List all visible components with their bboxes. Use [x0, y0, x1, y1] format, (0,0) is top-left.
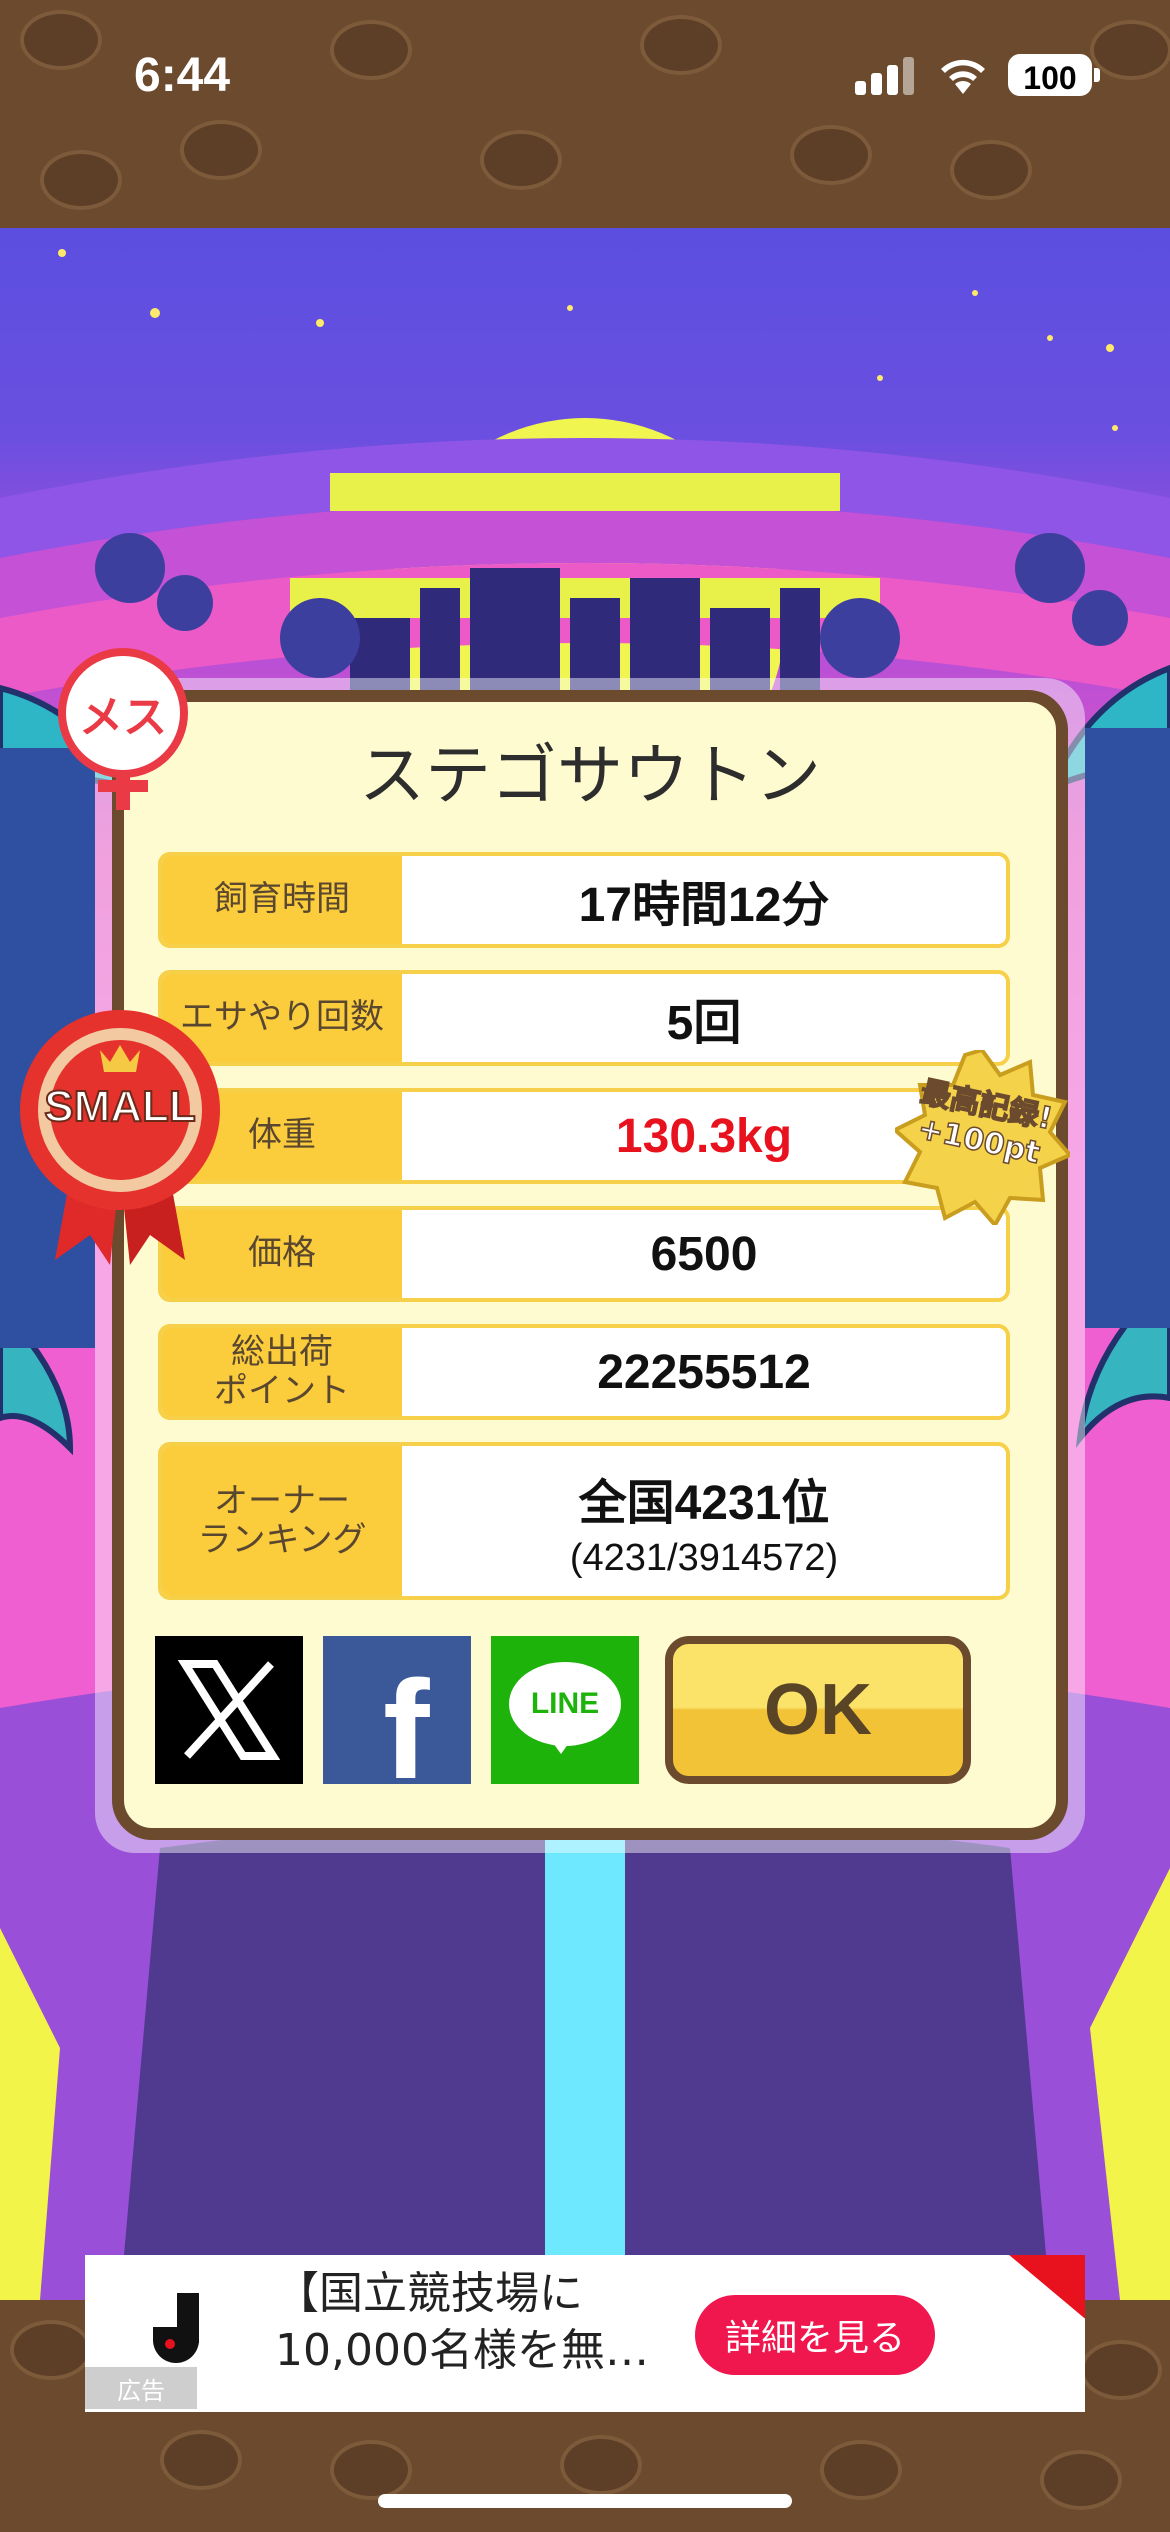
female-gender-badge: メス: [58, 648, 188, 778]
stat-row-price: 価格 6500: [158, 1206, 1010, 1302]
share-x-button[interactable]: [155, 1636, 303, 1784]
ad-text: 【国立競技場に 10,000名様を無…: [275, 2265, 755, 2379]
stat-row-weight: 体重 130.3kg: [158, 1088, 1010, 1184]
stat-value: 5回: [666, 997, 742, 1050]
dialog-title: ステゴサウトン: [359, 737, 821, 814]
battery-tip: [1094, 68, 1100, 82]
share-line-button[interactable]: LINE: [491, 1636, 639, 1784]
wifi-icon: [941, 59, 985, 94]
stat-value-group: 全国4231位 (4231/3914572): [402, 1446, 1006, 1596]
facebook-logo-icon: f: [383, 1651, 430, 1785]
stat-label: 飼育時間: [162, 856, 402, 944]
size-rosette-icon: [20, 1010, 220, 1265]
x-logo-icon: [177, 1660, 281, 1760]
stat-label: 総出荷 ポイント: [162, 1328, 402, 1416]
ad-banner[interactable]: 【国立競技場に 10,000名様を無… 詳細を見る NEW 広告: [85, 2255, 1085, 2412]
j-league-logo-icon: [153, 2293, 213, 2365]
ranking-detail: (4231/3914572): [569, 1536, 839, 1579]
ranking-value: 全国4231位: [578, 1476, 830, 1530]
ad-details-button[interactable]: 詳細を見る: [695, 2295, 935, 2375]
stat-row-shipping-points: 総出荷 ポイント 22255512: [158, 1324, 1010, 1420]
size-label: SMALL: [43, 1081, 197, 1132]
status-bar: [0, 0, 1170, 228]
ad-text-line-2: 10,000名様を無…: [275, 2325, 649, 2377]
ad-text-line-1: 【国立競技場に: [275, 2268, 583, 2319]
ok-button[interactable]: OK: [665, 1636, 971, 1784]
line-logo-icon: LINE: [509, 1662, 621, 1746]
stat-row-raising-time: 飼育時間 17時間12分: [158, 852, 1010, 948]
stat-value: 17時間12分: [578, 879, 830, 932]
home-indicator[interactable]: [378, 2494, 792, 2508]
stat-value: 22255512: [597, 1345, 811, 1399]
battery-icon: 100: [1008, 54, 1092, 96]
stat-row-owner-ranking: オーナー ランキング 全国4231位 (4231/3914572): [158, 1442, 1010, 1600]
line-bubble-tail: [551, 1740, 571, 1754]
gender-label: メス: [79, 692, 167, 743]
status-time: 6:44: [134, 49, 231, 102]
stat-row-feeding-count: エサやり回数 5回: [158, 970, 1010, 1066]
cellular-signal-icon: [855, 55, 915, 95]
share-facebook-button[interactable]: f: [323, 1636, 471, 1784]
line-logo-text: LINE: [530, 1687, 600, 1720]
female-symbol-bar: [98, 780, 148, 792]
stat-label: オーナー ランキング: [162, 1446, 402, 1596]
ad-label: 広告: [85, 2367, 197, 2409]
